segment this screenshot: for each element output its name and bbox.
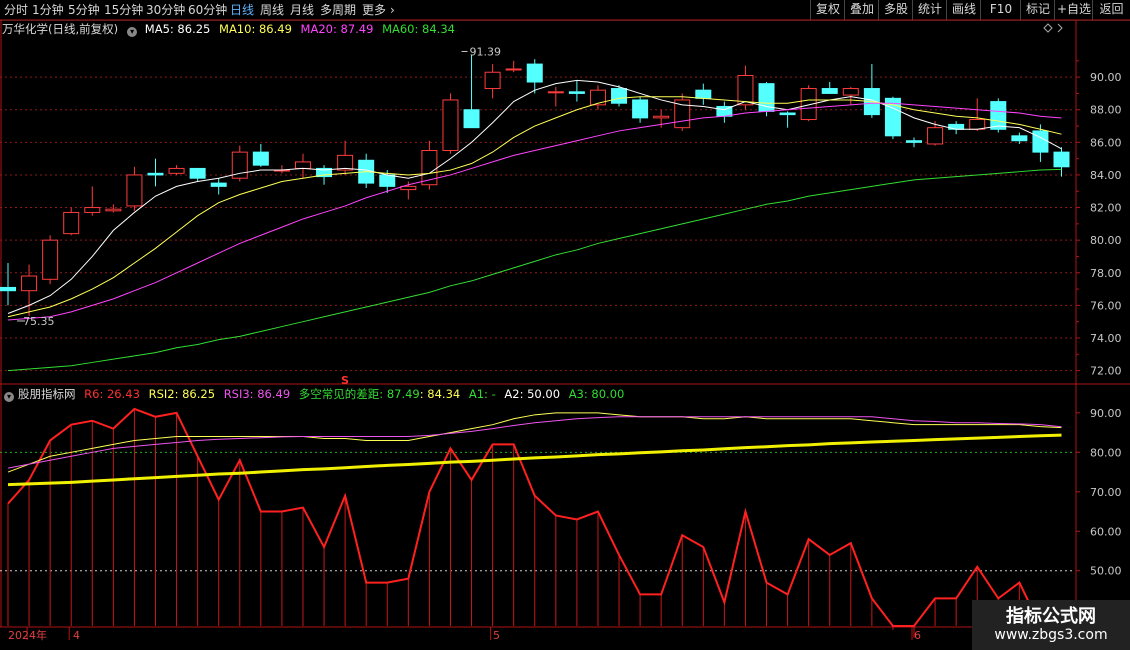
diamond-icon (1043, 23, 1053, 33)
price-tick-label: 90.00 (1090, 71, 1122, 84)
a3-label: A3: 80.00 (568, 387, 625, 401)
price-tick-label: 78.00 (1090, 267, 1122, 280)
candle-body-down (147, 172, 164, 176)
candle-body-down (821, 88, 838, 94)
candle-body-down (906, 140, 923, 143)
candle-body-down (695, 89, 712, 99)
r6-label: R6: 26.43 (84, 387, 140, 401)
x-label-may: 5 (493, 629, 500, 642)
gap-line (7, 433, 1062, 487)
indicator-legend: ▾ 股朋指标网 R6: 26.43 RSI2: 86.25 RSI3: 86.49… (2, 386, 629, 402)
candle-body-up (84, 207, 101, 213)
candle-body-up (294, 161, 311, 169)
x-label-year: 2024年 (8, 629, 47, 642)
candle-body-up (842, 88, 859, 96)
indicator-vertical-lines (7, 408, 1062, 650)
indicator-tick-label: 70.00 (1090, 486, 1122, 499)
candle-body-down (0, 286, 16, 292)
dropdown-circle-icon[interactable]: ▾ (127, 27, 138, 37)
a2-label: A2: 50.00 (504, 387, 561, 401)
candle-body-down (210, 182, 227, 187)
moving-average-lines (7, 79, 1062, 372)
ma10-line (7, 96, 1062, 318)
ma60-line (7, 168, 1062, 372)
x-label-june: 6 (914, 629, 921, 642)
indicator-dropdown-icon[interactable]: ▾ (4, 392, 14, 402)
candle-body-down (189, 167, 206, 179)
gap-label: 多空常见的差距: 87.49 (298, 387, 420, 401)
a1-label: A1: - (468, 387, 496, 401)
kline-chart[interactable]: 72.00 74.00 76.00 78.00 80.00 82.00 84.00 86.00… (0, 0, 1130, 650)
candle-body-up (21, 275, 38, 292)
candle-body-up (927, 127, 944, 145)
candle-body-up (442, 99, 459, 151)
stock-name[interactable]: 万华化学(日线,前复权) (2, 22, 118, 36)
price-tick-label: 82.00 (1090, 202, 1122, 215)
candle-body-up (126, 174, 143, 207)
price-tick-label: 76.00 (1090, 299, 1122, 312)
price-tick-label: 88.00 (1090, 104, 1122, 117)
candle-body-up (505, 68, 522, 71)
candles (0, 54, 1070, 316)
chart-grid (0, 19, 1130, 640)
watermark: 指标公式网 www.zbgs3.com (972, 600, 1130, 650)
rsi2-line (7, 412, 1062, 473)
y-axis-ticks: 72.00 74.00 76.00 78.00 80.00 82.00 84.00 86.00… (1076, 60, 1122, 617)
indicator-tick-label: 80.00 (1090, 446, 1122, 459)
candle-body-down (252, 151, 269, 166)
indicator-name[interactable]: 股朋指标网 (18, 387, 76, 401)
x-label-april: 4 (73, 629, 80, 642)
candle-body-down (632, 99, 649, 119)
watermark-url: www.zbgs3.com (994, 627, 1108, 643)
candle-body-up (105, 208, 122, 212)
indicator-tick-label: 60.00 (1090, 525, 1122, 538)
rsi2-label: RSI2: 86.25 (148, 387, 216, 401)
price-tick-label: 80.00 (1090, 234, 1122, 247)
indicator-tick-label: 90.00 (1090, 407, 1122, 420)
candle-body-down (611, 88, 628, 104)
candle-body-down (1032, 130, 1049, 153)
candle-body-down (990, 101, 1007, 130)
candle-body-down (379, 174, 396, 187)
price-tick-label: 74.00 (1090, 332, 1122, 345)
price-tick-label: 86.00 (1090, 136, 1122, 149)
candle-body-down (1053, 151, 1070, 168)
rsi3-line (7, 416, 1062, 469)
ma20-line (7, 102, 1062, 321)
gap-value: : 84.34 (419, 387, 461, 401)
ma60-label: MA60: 84.34 (382, 22, 455, 36)
candle-body-up (484, 71, 501, 90)
candle-body-down (779, 112, 796, 116)
price-tick-label: 72.00 (1090, 365, 1122, 378)
ma5-line (7, 79, 1062, 314)
candle-body-up (737, 74, 754, 106)
rsi3-label: RSI3: 86.49 (223, 387, 291, 401)
candle-body-down (526, 63, 543, 83)
ma20-label: MA20: 87.49 (300, 22, 374, 36)
candle-body-up (42, 239, 59, 280)
price-legend: 万华化学(日线,前复权) ▾ MA5: 86.25 MA10: 86.49 MA2… (2, 21, 460, 37)
candle-body-up (63, 211, 80, 235)
candle-body-up (589, 89, 606, 106)
low-price-label: 75.35 (23, 315, 55, 328)
candle-body-up (547, 91, 564, 94)
indicator-tick-label: 50.00 (1090, 565, 1122, 578)
price-tick-label: 84.00 (1090, 169, 1122, 182)
candle-body-down (568, 91, 585, 94)
candle-body-up (653, 115, 670, 119)
ma5-label: MA5: 86.25 (144, 22, 211, 36)
ma10-label: MA10: 86.49 (219, 22, 292, 36)
candle-body-down (463, 109, 480, 129)
watermark-title: 指标公式网 (1006, 606, 1096, 627)
collapse-arrow-icon (1057, 23, 1063, 33)
candle-body-up (969, 119, 986, 130)
candle-body-up (337, 154, 354, 171)
candle-body-up (168, 167, 185, 174)
candle-body-down (1011, 135, 1028, 142)
high-price-label: 91.39 (470, 45, 502, 58)
